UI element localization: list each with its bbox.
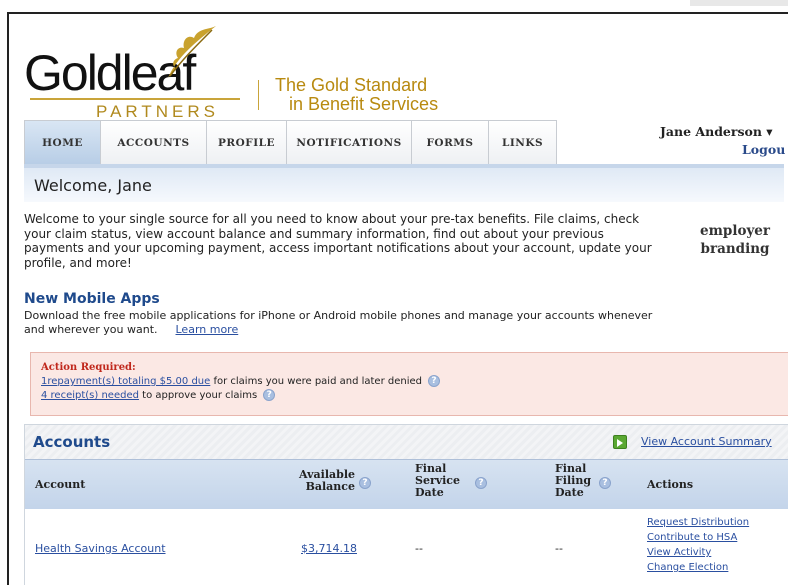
repayment-text: for claims you were paid and later denie… bbox=[210, 376, 422, 387]
accounts-table-header: Account Available Balance ? Final Servic… bbox=[25, 459, 788, 509]
filing-date-cell: -- bbox=[555, 542, 563, 555]
page-title: Welcome, Jane bbox=[34, 176, 152, 195]
action-required-title: Action Required: bbox=[41, 362, 136, 373]
action-item-receipts: 4 receipt(s) needed to approve your clai… bbox=[41, 389, 788, 403]
tagline-line-1: The Gold Standard bbox=[275, 75, 428, 95]
contribute-to-hsa-link[interactable]: Contribute to HSA bbox=[647, 530, 749, 545]
arrow-right-icon[interactable] bbox=[613, 435, 627, 449]
account-name-cell: Health Savings Account bbox=[35, 542, 166, 555]
tab-forms[interactable]: FORMS bbox=[412, 120, 489, 165]
account-link[interactable]: Health Savings Account bbox=[35, 542, 166, 555]
goldleaf-logo[interactable]: Goldleaf PARTNERS bbox=[24, 20, 254, 121]
tagline: The Gold Standard in Benefit Services bbox=[275, 76, 438, 114]
header-divider bbox=[258, 80, 259, 110]
balance-link[interactable]: $3,714.18 bbox=[301, 542, 357, 555]
accounts-panel: Accounts View Account Summary Account Av… bbox=[24, 424, 788, 585]
logout-link[interactable]: Logou bbox=[742, 142, 785, 157]
tab-accounts[interactable]: ACCOUNTS bbox=[101, 120, 207, 165]
learn-more-link[interactable]: Learn more bbox=[176, 323, 239, 336]
logo-underline bbox=[30, 98, 240, 100]
view-activity-link[interactable]: View Activity bbox=[647, 545, 749, 560]
intro-text: Welcome to your single source for all yo… bbox=[24, 212, 652, 270]
tab-notifications[interactable]: NOTIFICATIONS bbox=[287, 120, 412, 165]
employer-branding: employer branding bbox=[700, 222, 770, 258]
tagline-line-2: in Benefit Services bbox=[289, 94, 439, 114]
mobile-apps-text: Download the free mobile applications fo… bbox=[24, 309, 664, 336]
help-icon[interactable]: ? bbox=[263, 389, 276, 401]
balance-cell: $3,714.18 bbox=[301, 542, 357, 555]
request-distribution-link[interactable]: Request Distribution bbox=[647, 515, 749, 530]
tab-home[interactable]: HOME bbox=[24, 120, 101, 165]
user-menu[interactable]: Jane Anderson ▾ bbox=[660, 124, 773, 139]
receipts-link[interactable]: 4 receipt(s) needed bbox=[41, 390, 139, 401]
column-final-filing-date: Final Filing Date bbox=[555, 463, 591, 499]
column-final-service-date: Final Service Date bbox=[415, 463, 460, 499]
leaf-icon bbox=[168, 26, 216, 78]
main-nav: HOME ACCOUNTS PROFILE NOTIFICATIONS FORM… bbox=[24, 120, 557, 165]
service-date-cell: -- bbox=[415, 542, 423, 555]
column-available-balance: Available Balance bbox=[297, 469, 355, 493]
tab-profile[interactable]: PROFILE bbox=[207, 120, 287, 165]
browser-bar bbox=[690, 0, 788, 6]
receipts-text: to approve your claims bbox=[138, 390, 258, 401]
action-item-repayment: 1repayment(s) totaling $5.00 due for cla… bbox=[41, 375, 788, 389]
mobile-apps-description: Download the free mobile applications fo… bbox=[24, 309, 653, 336]
employer-line-1: employer bbox=[700, 223, 770, 239]
column-actions: Actions bbox=[647, 478, 694, 491]
actions-cell: Request Distribution Contribute to HSA V… bbox=[647, 515, 749, 575]
change-election-link[interactable]: Change Election bbox=[647, 560, 749, 575]
column-filing-line-3: Date bbox=[555, 486, 584, 499]
employer-line-2: branding bbox=[700, 241, 770, 257]
column-account: Account bbox=[35, 478, 86, 491]
accounts-header: Accounts View Account Summary bbox=[25, 425, 788, 459]
column-service-line-3: Date bbox=[415, 486, 444, 499]
logo-subtitle: PARTNERS bbox=[96, 102, 220, 121]
repayment-link[interactable]: 1repayment(s) totaling $5.00 due bbox=[41, 376, 210, 387]
tab-links[interactable]: LINKS bbox=[489, 120, 557, 165]
action-required-panel: Action Required: 1repayment(s) totaling … bbox=[30, 352, 788, 416]
help-icon[interactable]: ? bbox=[359, 477, 371, 489]
help-icon[interactable]: ? bbox=[475, 477, 487, 489]
view-account-summary-link[interactable]: View Account Summary bbox=[641, 435, 772, 448]
table-row: Health Savings Account $3,714.18 -- -- R… bbox=[25, 509, 788, 585]
mobile-apps-title[interactable]: New Mobile Apps bbox=[24, 291, 160, 307]
accounts-title: Accounts bbox=[33, 433, 111, 451]
column-balance-line-2: Balance bbox=[305, 480, 355, 493]
help-icon[interactable]: ? bbox=[427, 375, 440, 387]
help-icon[interactable]: ? bbox=[599, 477, 611, 489]
